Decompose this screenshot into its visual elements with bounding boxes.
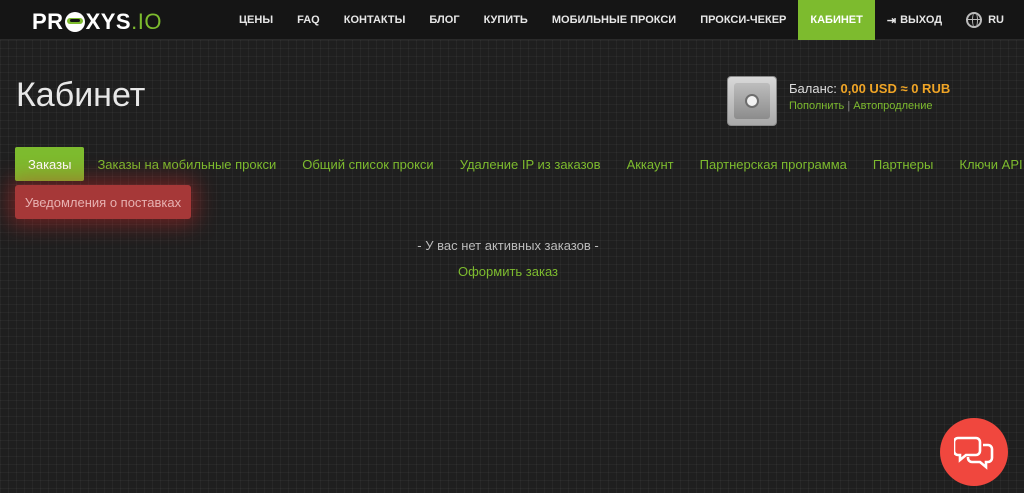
safe-dial [745,94,759,108]
nav-blog[interactable]: БЛОГ [417,0,471,40]
nav-prices[interactable]: ЦЕНЫ [227,0,285,40]
logo-text-io: .IO [131,9,162,34]
page-title: Кабинет [16,76,146,114]
nav-cabinet[interactable]: КАБИНЕТ [798,0,875,40]
place-order-link[interactable]: Оформить заказ [0,264,1016,279]
balance-link-separator: | [847,100,851,112]
tab-api-keys[interactable]: Ключи API [946,147,1024,181]
language-switcher[interactable]: RU [954,0,1024,40]
tab-proxy-list[interactable]: Общий список прокси [289,147,446,181]
tab-ip-removal[interactable]: Удаление IP из заказов [447,147,614,181]
tab-partners[interactable]: Партнеры [860,147,946,181]
globe-icon [966,12,983,28]
autorenew-link[interactable]: Автопродление [853,100,932,112]
nav-mobile-proxy[interactable]: МОБИЛЬНЫЕ ПРОКСИ [540,0,688,40]
logout-label: ВЫХОД [900,14,943,26]
nav-contacts[interactable]: КОНТАКТЫ [332,0,418,40]
cabinet-tabs: Заказы Заказы на мобильные прокси Общий … [15,147,1024,181]
balance-links: Пополнить | Автопродление [789,100,932,112]
tab-account[interactable]: Аккаунт [614,147,687,181]
main-menu: ЦЕНЫ FAQ КОНТАКТЫ БЛОГ КУПИТЬ МОБИЛЬНЫЕ … [227,0,1024,40]
chat-bubbles-icon [954,436,994,470]
top-navigation-bar: PR XYS .IO ЦЕНЫ FAQ КОНТАКТЫ БЛОГ КУПИТЬ… [0,0,1024,40]
chat-button[interactable] [940,418,1008,486]
language-label: RU [988,14,1004,26]
nav-proxy-checker[interactable]: ПРОКСИ-ЧЕКЕР [688,0,798,40]
safe-icon [727,76,777,126]
nav-buy[interactable]: КУПИТЬ [472,0,540,40]
proxys-logo[interactable]: PR XYS .IO [32,9,162,35]
safe-door [734,83,770,119]
tab-mobile-orders[interactable]: Заказы на мобильные прокси [84,147,289,181]
nav-logout[interactable]: ⇥ ВЫХОД [875,0,954,40]
balance-amount: 0,00 USD ≈ 0 RUB [840,81,951,96]
nav-faq[interactable]: FAQ [285,0,332,40]
mask-logo-icon [64,12,85,32]
no-orders-message: - У вас нет активных заказов - [417,238,599,253]
delivery-notifications-button[interactable]: Уведомления о поставках [15,185,191,219]
tab-affiliate-program[interactable]: Партнерская программа [687,147,860,181]
logo-text-rest: XYS [85,9,132,34]
topup-link[interactable]: Пополнить [789,100,844,112]
balance-info: Баланс: 0,00 USD ≈ 0 RUB [789,81,950,96]
tab-orders[interactable]: Заказы [15,147,85,181]
balance-label: Баланс: [789,81,837,96]
logout-icon: ⇥ [886,14,897,27]
logo-text-start: PR [32,9,64,34]
